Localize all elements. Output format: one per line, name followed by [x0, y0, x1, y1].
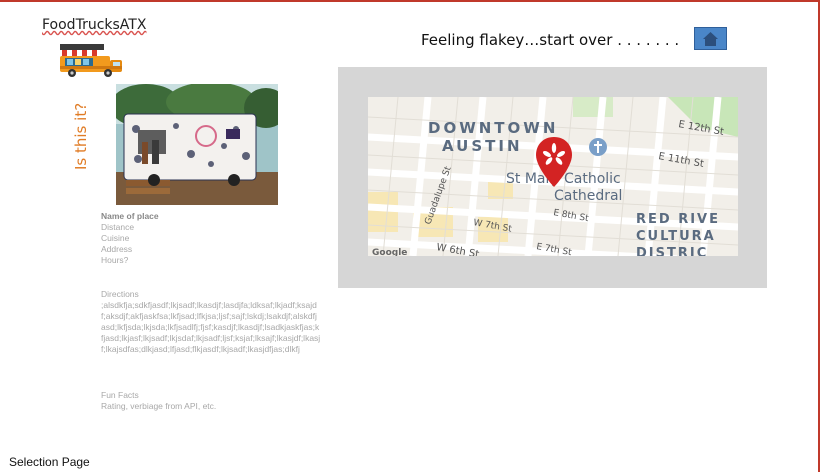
distance-label: Distance — [101, 222, 135, 232]
map-pin-icon[interactable] — [534, 135, 574, 189]
directions-title: Directions — [101, 289, 139, 299]
directions-section: Directions ;alsdkfja;sdkfjasdf;lkjsadf;l… — [101, 289, 321, 355]
fun-facts-text: Rating, verbiage from API, etc. — [101, 401, 217, 411]
map-label-cathedral-2: Cathedral — [554, 188, 622, 204]
home-icon — [703, 32, 718, 46]
name-of-place-label: Name of place — [101, 211, 159, 221]
start-over-heading: Feeling flakey…start over . . . . . . . — [421, 31, 680, 49]
map-label-district-3: DISTRIC — [636, 246, 708, 256]
is-this-it-label: Is this it? — [72, 102, 90, 170]
hours-label: Hours? — [101, 255, 129, 265]
cuisine-label: Cuisine — [101, 233, 130, 243]
map-label-district-1: RED RIVE — [636, 212, 720, 227]
fun-facts-title: Fun Facts — [101, 390, 139, 400]
map-attribution: Google — [372, 248, 407, 256]
location-map[interactable]: DOWNTOWN AUSTIN St Mary Catholic Cathedr… — [368, 97, 738, 256]
directions-text: ;alsdkfja;sdkfjasdf;lkjsadf;lkasdjf;lasd… — [101, 300, 321, 354]
page-name-label: Selection Page — [9, 455, 90, 469]
map-label-district-2: CULTURA — [636, 229, 716, 244]
app-logo-text[interactable]: FoodTrucksATX — [42, 17, 146, 33]
address-label: Address — [101, 244, 133, 254]
place-info: Name of place Distance Cuisine Address H… — [101, 211, 159, 266]
food-truck-logo-icon — [60, 44, 122, 77]
fun-facts-section: Fun Facts Rating, verbiage from API, etc… — [101, 390, 216, 412]
food-truck-photo — [116, 84, 278, 205]
home-button[interactable] — [694, 27, 727, 50]
map-label-austin: AUSTIN — [442, 137, 523, 155]
